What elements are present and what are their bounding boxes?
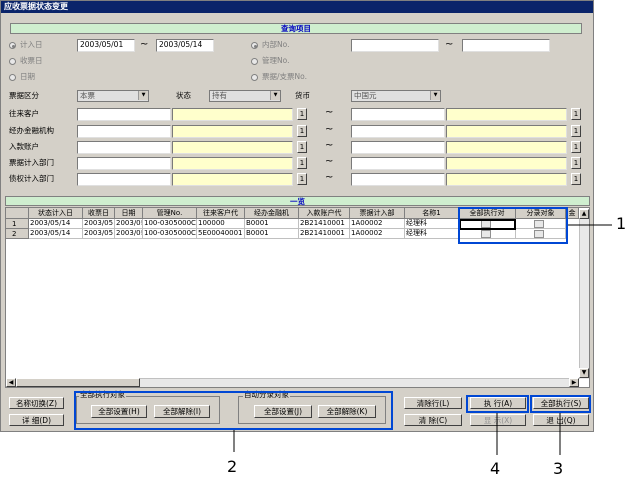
callout-2-label: 2 [227,457,238,476]
callout-lines [233,224,612,455]
callout-3-label: 3 [553,459,564,478]
callout-1-label: 1 [616,214,627,233]
callout-4-label: 4 [490,459,501,478]
